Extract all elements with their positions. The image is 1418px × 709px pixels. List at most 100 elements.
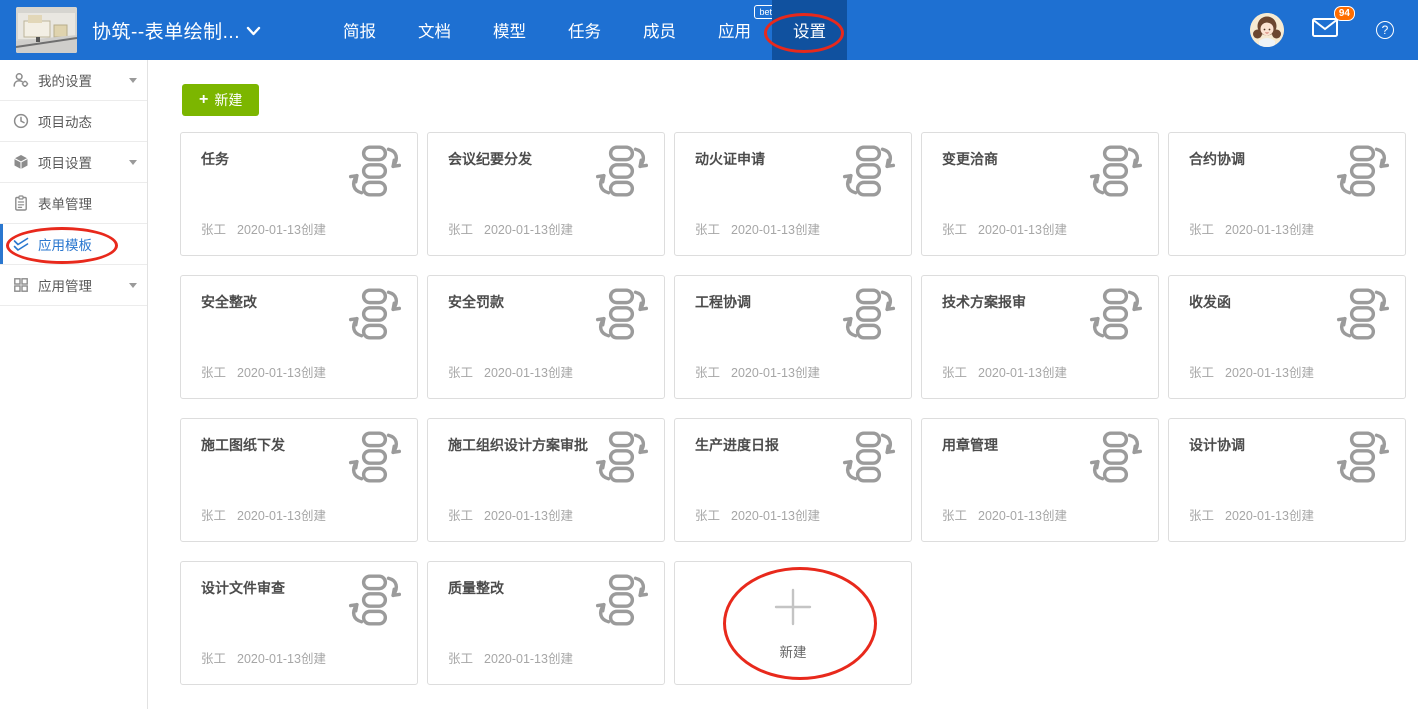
card-creator: 张工 [695, 509, 720, 523]
sidebar-item-label: 我的设置 [38, 70, 92, 90]
app-card-meta: 张工2020-01-13创建 [448, 219, 573, 238]
app-card-meta: 张工 2020-01-13创建 [1189, 505, 1314, 524]
project-title[interactable]: 协筑--表单绘制... [92, 0, 240, 60]
app-template-card[interactable]: 设计协调 张工 2020-01-13创建 [1168, 418, 1406, 542]
card-created-date: 2020-01-13创建 [484, 366, 573, 380]
app-template-card[interactable]: 用章管理 张工2020-01-13创建 [921, 418, 1159, 542]
nav-label: 应用 [718, 18, 751, 42]
nav-label: 文档 [418, 18, 451, 42]
app-template-card[interactable]: 收发函 张工2020-01-13创建 [1168, 275, 1406, 399]
card-created-date: 2020-01-13创建 [731, 223, 820, 237]
project-logo-image[interactable] [16, 7, 77, 53]
app-card-meta: 张工2020-01-13创建 [695, 362, 820, 381]
app-card-meta: 张工2020-01-13创建 [448, 362, 573, 381]
plus-icon [772, 586, 814, 628]
sidebar-item-app-templates[interactable]: 应用模板 [0, 224, 147, 265]
card-creator: 张工 [1189, 223, 1214, 237]
user-avatar[interactable] [1250, 13, 1284, 47]
card-created-date: 2020-01-13创建 [484, 509, 573, 523]
app-template-card[interactable]: 安全整改 张工2020-01-13创建 [180, 275, 418, 399]
sidebar-item-project-activity[interactable]: 项目动态 [0, 101, 147, 142]
app-card-title: 工程协调 [695, 293, 751, 312]
workflow-icon [1334, 145, 1392, 197]
workflow-icon [593, 288, 651, 340]
app-card-meta: 张工 2020-01-13创建 [695, 505, 820, 524]
app-template-card[interactable]: 施工图纸下发 张工2020-01-13创建 [180, 418, 418, 542]
sidebar-item-form-management[interactable]: 表单管理 [0, 183, 147, 224]
app-card-meta: 张工2020-01-13创建 [201, 362, 326, 381]
app-card-title: 收发函 [1189, 293, 1231, 312]
app-template-card[interactable]: 任务 张工2020-01-13创建 [180, 132, 418, 256]
app-card-meta: 张工2020-01-13创建 [201, 648, 326, 667]
nav-label: 简报 [343, 18, 376, 42]
app-card-title: 任务 [201, 150, 229, 169]
card-created-date: 2020-01-13创建 [731, 509, 820, 523]
card-creator: 张工 [201, 652, 226, 666]
clipboard-icon [13, 195, 29, 211]
app-template-card[interactable]: 动火证申请 张工2020-01-13创建 [674, 132, 912, 256]
new-button-label: 新建 [214, 90, 242, 110]
help-icon[interactable]: ? [1376, 21, 1394, 39]
nav-item-briefing[interactable]: 简报 [322, 0, 397, 60]
new-template-button[interactable]: + 新建 [182, 84, 259, 116]
mail-icon[interactable]: 94 [1312, 18, 1338, 42]
app-template-card[interactable]: 生产进度日报 张工 2020-01-13创建 [674, 418, 912, 542]
app-template-card[interactable]: 会议纪要分发 张工2020-01-13创建 [427, 132, 665, 256]
sidebar-item-label: 表单管理 [38, 193, 92, 213]
card-creator: 张工 [448, 652, 473, 666]
workflow-icon [1087, 288, 1145, 340]
sidebar-item-label: 应用模板 [38, 234, 92, 254]
app-template-card[interactable]: 施工组织设计方案审批 张工2020-01-13创建 [427, 418, 665, 542]
card-created-date: 2020-01-13创建 [978, 509, 1067, 523]
sidebar-item-app-management[interactable]: 应用管理 [0, 265, 147, 306]
nav-label: 成员 [643, 18, 676, 42]
app-card-title: 变更洽商 [942, 150, 998, 169]
card-created-date: 2020-01-13创建 [1225, 509, 1314, 523]
expand-caret-icon [129, 283, 137, 288]
template-card-grid: 任务 张工2020-01-13创建 会议纪要分发 [180, 132, 1406, 685]
workflow-icon [593, 574, 651, 626]
topbar: 协筑--表单绘制... 简报 文档 模型 任务 成员 应用 beta 设置 [0, 0, 1418, 60]
card-creator: 张工 [942, 223, 967, 237]
plus-icon: + [199, 92, 208, 108]
chevron-down-icon[interactable] [246, 26, 261, 36]
app-card-meta: 张工2020-01-13创建 [201, 505, 326, 524]
expand-caret-icon [129, 78, 137, 83]
app-template-card[interactable]: 安全罚款 张工2020-01-13创建 [427, 275, 665, 399]
workflow-icon [593, 431, 651, 483]
nav-label: 模型 [493, 18, 526, 42]
app-template-card[interactable]: 设计文件审查 张工2020-01-13创建 [180, 561, 418, 685]
card-creator: 张工 [448, 223, 473, 237]
app-template-card[interactable]: 质量整改 张工2020-01-13创建 [427, 561, 665, 685]
nav-label: 任务 [568, 18, 601, 42]
app-template-card[interactable]: 合约协调 张工2020-01-13创建 [1168, 132, 1406, 256]
double-check-icon [13, 236, 29, 252]
nav-item-members[interactable]: 成员 [622, 0, 697, 60]
app-card-title: 生产进度日报 [695, 436, 779, 455]
app-card-meta: 张工 2020-01-13创建 [942, 219, 1067, 238]
new-template-card[interactable]: 新建 [674, 561, 912, 685]
sidebar-item-my-settings[interactable]: 我的设置 [0, 60, 147, 101]
app-template-card[interactable]: 技术方案报审 张工2020-01-13创建 [921, 275, 1159, 399]
nav-item-tasks[interactable]: 任务 [547, 0, 622, 60]
nav-item-apps[interactable]: 应用 beta [697, 0, 772, 60]
nav-item-models[interactable]: 模型 [472, 0, 547, 60]
nav-item-settings[interactable]: 设置 [772, 0, 847, 60]
nav-item-documents[interactable]: 文档 [397, 0, 472, 60]
workflow-icon [346, 288, 404, 340]
sidebar: 我的设置 项目动态 项目设置 表单管理 应用模板 [0, 60, 148, 709]
app-template-card[interactable]: 工程协调 张工2020-01-13创建 [674, 275, 912, 399]
app-card-meta: 张工2020-01-13创建 [201, 219, 326, 238]
card-creator: 张工 [1189, 509, 1214, 523]
card-created-date: 2020-01-13创建 [237, 509, 326, 523]
card-created-date: 2020-01-13创建 [731, 366, 820, 380]
card-created-date: 2020-01-13创建 [978, 223, 1067, 237]
workflow-icon [840, 288, 898, 340]
app-card-meta: 张工2020-01-13创建 [1189, 362, 1314, 381]
app-card-meta: 张工2020-01-13创建 [448, 648, 573, 667]
workflow-icon [1334, 288, 1392, 340]
app-template-card[interactable]: 变更洽商 张工 2020-01-13创建 [921, 132, 1159, 256]
app-card-title: 设计协调 [1189, 436, 1245, 455]
sidebar-item-project-settings[interactable]: 项目设置 [0, 142, 147, 183]
app-card-title: 安全罚款 [448, 293, 504, 312]
